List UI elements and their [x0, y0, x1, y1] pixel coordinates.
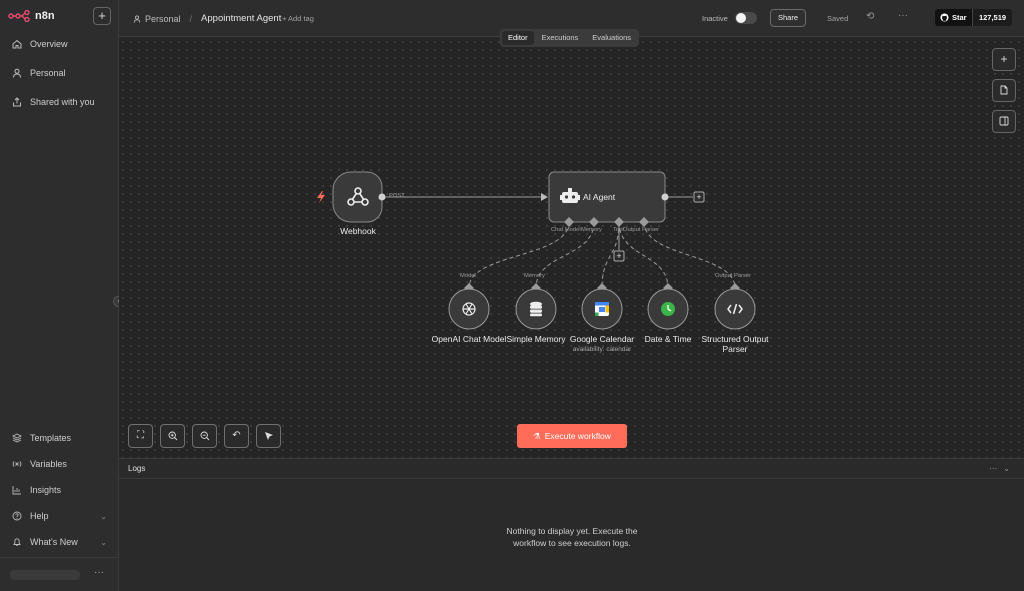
sidebar-item-label: Templates [30, 433, 72, 443]
google-calendar-icon [595, 302, 609, 316]
clock-icon [661, 302, 675, 316]
add-node-plus: + [696, 192, 701, 202]
canvas-zoom-toolbar: ⛶ ↶ [128, 424, 281, 448]
pointer-icon[interactable] [256, 424, 281, 448]
add-tool-plus: + [616, 251, 621, 261]
execute-workflow-label: Execute workflow [544, 431, 611, 441]
sidebar-item-whats-new[interactable]: What's New ⌄ [12, 534, 107, 550]
port-label-output-parser: Output Parser [623, 227, 660, 233]
sidebar-item-label: Variables [30, 459, 67, 469]
webhook-label: Webhook [340, 226, 376, 236]
github-star-count: 127,519 [972, 9, 1012, 26]
create-button[interactable]: + [93, 7, 111, 25]
insights-icon [12, 486, 21, 495]
variables-icon [12, 461, 22, 467]
user-area: ··· [0, 557, 119, 591]
sidebar-item-insights[interactable]: Insights [12, 482, 61, 498]
templates-icon [12, 433, 22, 443]
sidebar-item-variables[interactable]: Variables [12, 456, 67, 472]
sidebar-item-help[interactable]: Help ⌄ [12, 508, 107, 524]
tab-editor[interactable]: Editor [502, 31, 534, 45]
n8n-logo[interactable]: n8n [8, 8, 55, 24]
webhook-port-label: POST [389, 193, 405, 199]
memory-node[interactable] [515, 288, 557, 330]
zoom-out-icon[interactable] [192, 424, 217, 448]
sidebar-item-label: Personal [30, 68, 66, 78]
subnode-port-label-output-parser: Output Parser [715, 273, 752, 279]
trigger-lightning-icon [317, 191, 325, 203]
sidebar-item-label: Shared with you [30, 97, 95, 107]
home-icon [12, 39, 22, 49]
google-calendar-node-subtitle: availability: calendar [572, 346, 632, 353]
connection-arrow [541, 193, 548, 201]
app-name: n8n [35, 10, 55, 22]
flask-icon: ⚗ [533, 431, 541, 441]
saved-status: Saved [827, 14, 849, 23]
chevron-down-icon: ⌄ [100, 511, 107, 521]
subnode-port-label-model: Model [460, 273, 476, 279]
view-tabs: Editor Executions Evaluations [500, 29, 640, 47]
connections-layer: + + [317, 171, 756, 330]
app-root: n8n + Overview Personal Shared with you … [0, 0, 1024, 591]
logs-empty-message: Nothing to display yet. Execute the work… [506, 526, 638, 548]
undo-icon[interactable]: ↶ [224, 424, 249, 448]
github-star-label: Star [952, 13, 967, 22]
panel-toggle-icon[interactable] [992, 110, 1016, 133]
fit-view-icon[interactable]: ⛶ [128, 424, 153, 448]
port-label-memory: Memory [581, 227, 602, 233]
logs-title: Logs [128, 464, 146, 473]
github-star-button[interactable]: Star 127,519 [935, 9, 1012, 26]
share-button[interactable]: Share [770, 9, 806, 27]
sidebar-item-label: Help [30, 511, 49, 521]
sidebar-item-label: Overview [30, 39, 68, 49]
port-label-chat-model: Chat Model [551, 227, 581, 233]
logs-header[interactable]: Logs [119, 459, 1024, 479]
logs-panel: Logs ⋯⌄ Nothing to display yet. Execute … [119, 458, 1024, 591]
webhook-node[interactable] [332, 171, 383, 223]
n8n-logo-icon [8, 10, 30, 22]
sticky-note-icon[interactable] [992, 79, 1016, 102]
workflow-name[interactable]: Appointment Agent [201, 13, 281, 24]
active-toggle[interactable] [735, 12, 757, 24]
workflow-canvas[interactable]: + + POST Webhook AI Agent Chat Model Mem… [119, 38, 1024, 458]
execute-workflow-button[interactable]: ⚗ Execute workflow [517, 424, 627, 448]
more-options-icon[interactable]: ··· [898, 10, 908, 21]
chevron-down-icon: ⌄ [100, 537, 107, 547]
output-parser-node-label: Structured Output Parser [701, 334, 769, 354]
logs-controls[interactable]: ⋯⌄ [989, 464, 1016, 473]
add-tag-button[interactable]: + Add tag [282, 14, 314, 23]
canvas-right-toolbar: + [992, 48, 1016, 133]
add-node-icon[interactable]: + [992, 48, 1016, 71]
tab-executions[interactable]: Executions [536, 31, 585, 45]
sidebar-item-label: What's New [30, 537, 78, 547]
sidebar-item-personal[interactable]: Personal [12, 65, 66, 81]
sidebar-item-shared[interactable]: Shared with you [12, 94, 95, 110]
breadcrumb: Personal / Appointment Agent [133, 13, 281, 24]
breadcrumb-separator: / [189, 13, 193, 24]
webhook-output-port[interactable] [378, 193, 386, 201]
more-icon[interactable]: ··· [94, 567, 104, 578]
user-name-blurred[interactable] [10, 570, 80, 580]
subnode-port-label-memory: Memory [524, 273, 545, 279]
bell-icon [13, 538, 21, 547]
ai-agent-label: AI Agent [583, 192, 616, 202]
agent-output-port[interactable] [661, 193, 669, 201]
zoom-in-icon[interactable] [160, 424, 185, 448]
sidebar-item-label: Insights [30, 485, 62, 495]
github-icon [940, 13, 949, 22]
sidebar: n8n + Overview Personal Shared with you … [0, 0, 119, 591]
active-status-label: Inactive [702, 14, 728, 23]
tab-evaluations[interactable]: Evaluations [586, 31, 637, 45]
share-icon [13, 97, 21, 107]
sidebar-item-overview[interactable]: Overview [12, 36, 68, 52]
breadcrumb-project[interactable]: Personal [145, 14, 181, 24]
user-icon [133, 15, 141, 23]
history-icon[interactable]: ⟲ [866, 11, 874, 22]
sidebar-item-templates[interactable]: Templates [12, 430, 71, 446]
help-icon [12, 511, 22, 521]
github-star: Star [935, 9, 972, 26]
user-icon [13, 68, 21, 78]
